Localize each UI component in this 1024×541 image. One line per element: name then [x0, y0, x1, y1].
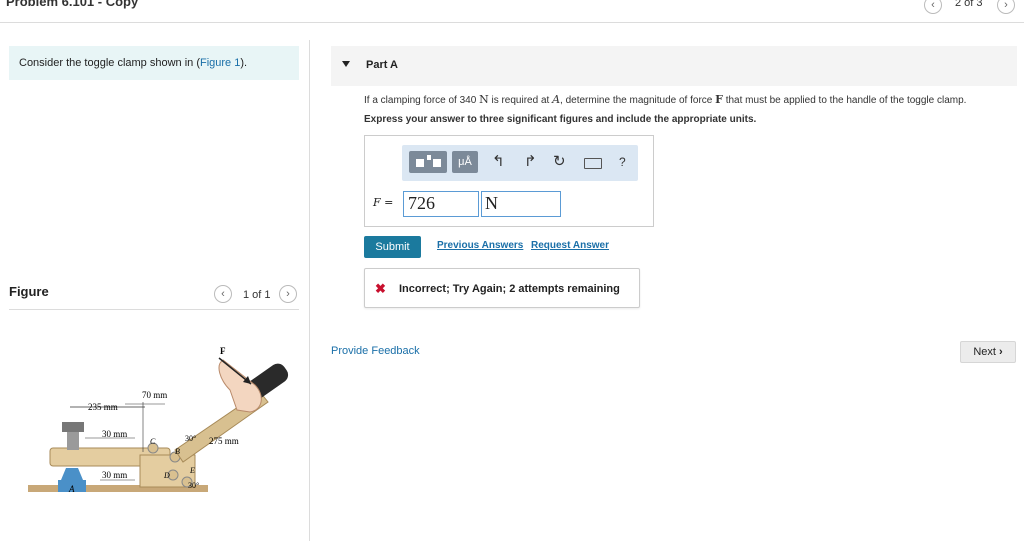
question-point: A — [552, 93, 561, 106]
variable-label: F = — [373, 196, 394, 209]
label-F: F — [220, 346, 226, 356]
question-part-4: that must be applied to the handle of th… — [722, 95, 967, 106]
help-button[interactable]: ? — [619, 151, 626, 173]
figure-prev-icon[interactable]: ‹ — [214, 285, 232, 303]
instruction-text: Express your answer to three significant… — [364, 114, 757, 125]
answer-unit-input[interactable]: N — [481, 191, 561, 217]
question-part-3: , determine the magnitude of force — [560, 95, 716, 106]
figure-label: Figure — [9, 284, 49, 299]
pad-body — [61, 468, 83, 480]
label-30a: 30 mm — [102, 429, 127, 439]
reset-icon[interactable]: ↻ — [553, 151, 566, 173]
figure-divider — [9, 309, 299, 310]
label-30deg-b: 30° — [188, 481, 199, 490]
collapse-triangle-icon[interactable] — [342, 61, 350, 67]
label-D: D — [163, 471, 170, 480]
undo-icon[interactable]: ↰ — [492, 151, 505, 173]
previous-answers-link[interactable]: Previous Answers — [437, 240, 523, 251]
label-B: B — [175, 447, 180, 456]
figure-pager: 1 of 1 — [243, 289, 271, 301]
keyboard-icon[interactable] — [584, 158, 602, 169]
screw-head — [62, 422, 84, 432]
label-235: 235 mm — [88, 402, 118, 412]
provide-feedback-link[interactable]: Provide Feedback — [331, 345, 420, 357]
chevron-right-icon: › — [999, 346, 1003, 358]
label-E: E — [189, 466, 195, 475]
part-header[interactable] — [331, 46, 1017, 86]
units-button[interactable]: μÅ — [452, 151, 478, 173]
part-title: Part A — [366, 59, 398, 71]
toggle-clamp-figure: F 235 mm 70 mm 30 mm 30 mm 275 mm 30° 30… — [28, 346, 289, 494]
templates-icon[interactable] — [409, 151, 447, 173]
answer-value-input[interactable]: 726 — [403, 191, 479, 217]
chevron-left-icon[interactable]: ‹ — [924, 0, 942, 14]
question-part-1: If a clamping force of 340 — [364, 95, 480, 106]
label-A: A — [68, 484, 75, 494]
label-C: C — [150, 437, 156, 446]
label-30deg-a: 30° — [185, 434, 196, 443]
next-button[interactable]: Next › — [960, 341, 1016, 363]
question-unit: N — [479, 93, 489, 106]
error-x-icon: ✖ — [375, 281, 386, 296]
label-70: 70 mm — [142, 390, 167, 400]
intro-text: Consider the toggle clamp shown in ( — [19, 57, 200, 69]
next-label: Next — [973, 346, 996, 358]
column-divider — [309, 40, 310, 541]
question-text: If a clamping force of 340 N is required… — [364, 93, 966, 106]
request-answer-link[interactable]: Request Answer — [531, 240, 609, 251]
hand — [218, 359, 262, 413]
chevron-right-icon[interactable]: › — [997, 0, 1015, 14]
figure-link[interactable]: Figure 1 — [200, 57, 240, 69]
label-30b: 30 mm — [102, 470, 127, 480]
intro-suffix: ). — [240, 57, 248, 69]
question-part-2: is required at — [488, 95, 553, 106]
label-275: 275 mm — [209, 436, 239, 446]
redo-icon[interactable]: ↱ — [524, 151, 537, 173]
pager-text: 2 of 3 — [955, 0, 983, 9]
question-force: F — [715, 93, 723, 106]
header-divider — [0, 22, 1024, 23]
feedback-text: Incorrect; Try Again; 2 attempts remaini… — [399, 283, 620, 295]
page-title: Problem 6.101 - Copy — [6, 0, 139, 9]
submit-button[interactable]: Submit — [364, 236, 421, 258]
figure-next-icon[interactable]: › — [279, 285, 297, 303]
intro-banner: Consider the toggle clamp shown in (Figu… — [9, 46, 299, 80]
